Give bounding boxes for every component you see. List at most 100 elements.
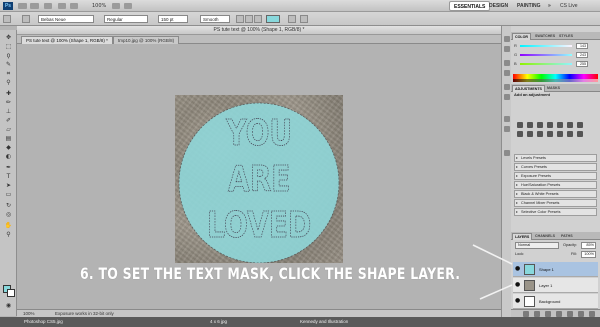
dodge-tool-icon[interactable]: ◐ <box>4 153 13 160</box>
tab-styles[interactable]: STYLES <box>557 33 575 40</box>
opacity-field[interactable]: 85% <box>581 242 596 249</box>
shape-tool-icon[interactable]: ▭ <box>4 191 13 198</box>
layer-shape-1[interactable]: ● Shape 1 <box>513 262 598 277</box>
color-balance-icon[interactable] <box>577 122 583 128</box>
threshold-icon[interactable] <box>567 131 573 137</box>
align-center-icon[interactable] <box>245 15 253 23</box>
spot-healing-tool-icon[interactable]: ✚ <box>4 90 13 97</box>
zoom-tool-icon[interactable]: ⚲ <box>4 231 13 238</box>
history-brush-tool-icon[interactable]: ✐ <box>4 117 13 124</box>
tab-paths[interactable]: PATHS <box>559 233 575 240</box>
hand-tool-icon[interactable] <box>58 3 66 9</box>
preset-curves[interactable]: Curves Presets <box>514 163 597 171</box>
hand-tool-icon[interactable]: ✋ <box>4 222 13 229</box>
layer-layer-1[interactable]: ● Layer 1 <box>513 278 598 293</box>
eye-icon[interactable]: ● <box>515 266 521 272</box>
green-slider[interactable]: G 243 <box>514 52 598 58</box>
brush-tool-icon[interactable]: ✏ <box>4 99 13 106</box>
workspace-more[interactable]: » <box>548 1 551 11</box>
text-color-swatch[interactable] <box>266 15 280 23</box>
levels-icon[interactable] <box>527 122 533 128</box>
align-left-icon[interactable] <box>236 15 244 23</box>
fill-field[interactable]: 100% <box>581 251 596 258</box>
bridge-icon[interactable] <box>18 3 27 9</box>
red-slider[interactable]: R 143 <box>514 43 598 49</box>
preset-channel-mixer[interactable]: Channel Mixer Presets <box>514 199 597 207</box>
font-size-select[interactable]: 150 pt <box>158 15 188 23</box>
preset-selective-color[interactable]: Selective Color Presets <box>514 208 597 216</box>
image-canvas[interactable]: YOU ARE LOVED <box>175 95 343 263</box>
character-panel-icon[interactable] <box>300 15 308 23</box>
history-panel-icon[interactable] <box>504 36 510 42</box>
preset-exposure[interactable]: Exposure Presets <box>514 172 597 180</box>
gradient-map-icon[interactable] <box>577 131 583 137</box>
workspace-design[interactable]: DESIGN <box>489 1 508 11</box>
color-spectrum-bar[interactable] <box>513 74 598 82</box>
3d-panel-icon[interactable] <box>504 150 510 156</box>
move-tool-icon[interactable]: ✥ <box>4 34 13 41</box>
blue-slider[interactable]: B 255 <box>514 61 598 67</box>
background-color-swatch[interactable] <box>7 289 15 297</box>
curves-icon[interactable] <box>537 122 543 128</box>
clone-source-panel-icon[interactable] <box>504 94 510 100</box>
quick-mask-icon[interactable]: ◉ <box>4 302 13 309</box>
font-style-select[interactable]: Regular <box>104 15 148 23</box>
character-panel-icon[interactable] <box>504 60 510 66</box>
path-selection-tool-icon[interactable]: ➤ <box>4 182 13 189</box>
info-panel-icon[interactable] <box>504 126 510 132</box>
font-family-select[interactable]: Bebas Neue <box>38 15 94 23</box>
crop-tool-icon[interactable]: ⌗ <box>4 70 13 77</box>
brush-panel-icon[interactable] <box>504 84 510 90</box>
text-tool-preset-icon[interactable] <box>3 15 11 23</box>
preset-hue-saturation[interactable]: Hue/Saturation Presets <box>514 181 597 189</box>
eye-icon[interactable]: ● <box>515 282 521 288</box>
view-extras-icon[interactable] <box>44 3 52 9</box>
blend-mode-select[interactable]: Normal <box>515 242 559 249</box>
clone-stamp-tool-icon[interactable]: ⊥ <box>4 108 13 115</box>
red-value[interactable]: 143 <box>576 43 588 49</box>
cs-live[interactable]: CS Live <box>560 1 578 11</box>
tab-layers[interactable]: LAYERS <box>512 233 533 240</box>
vibrance-icon[interactable] <box>557 122 563 128</box>
invert-icon[interactable] <box>547 131 553 137</box>
quick-select-tool-icon[interactable]: ✎ <box>4 61 13 68</box>
blur-tool-icon[interactable]: ◆ <box>4 144 13 151</box>
channel-mixer-icon[interactable] <box>537 131 543 137</box>
warp-text-icon[interactable] <box>288 15 296 23</box>
antialias-select[interactable]: Smooth <box>200 15 230 23</box>
dock-item-3[interactable]: Kennedy and Illustration <box>300 319 348 325</box>
navigator-panel-icon[interactable] <box>504 116 510 122</box>
photo-filter-icon[interactable] <box>527 131 533 137</box>
3d-rotate-tool-icon[interactable]: ↻ <box>4 202 13 209</box>
preset-levels[interactable]: Levels Presets <box>514 154 597 162</box>
hue-saturation-icon[interactable] <box>567 122 573 128</box>
tab-ps-tute-text[interactable]: PS tute text @ 100% (Shape 1, RGB/8) * <box>21 36 113 44</box>
pen-tool-icon[interactable]: ✒ <box>4 164 13 171</box>
tab-adjustments[interactable]: ADJUSTMENTS <box>512 85 545 92</box>
tab-masks[interactable]: MASKS <box>545 85 562 92</box>
eraser-tool-icon[interactable]: ▱ <box>4 126 13 133</box>
mini-bridge-icon[interactable] <box>30 3 39 9</box>
arrange-documents-icon[interactable] <box>112 3 120 9</box>
tab-color[interactable]: COLOR <box>512 33 531 40</box>
3d-camera-tool-icon[interactable]: ◎ <box>4 211 13 218</box>
eyedropper-tool-icon[interactable]: ⚲ <box>4 79 13 86</box>
tab-channels[interactable]: CHANNELS <box>533 233 557 240</box>
green-value[interactable]: 243 <box>576 52 588 58</box>
layer-background[interactable]: ● Background <box>513 294 598 309</box>
tab-tmp10[interactable]: tmp10.jpg @ 100% (RGB/8) <box>113 36 180 44</box>
dock-item-1[interactable]: Photoshop CS5.jpg <box>24 319 63 325</box>
tab-swatches[interactable]: SWATCHES <box>533 33 557 40</box>
paragraph-panel-icon[interactable] <box>504 70 510 76</box>
brightness-icon[interactable] <box>517 122 523 128</box>
blue-value[interactable]: 255 <box>576 61 588 67</box>
zoom-level[interactable]: 100% <box>92 2 106 10</box>
eye-icon[interactable]: ● <box>515 298 521 304</box>
status-zoom[interactable]: 100% <box>23 310 35 317</box>
dock-item-2[interactable]: 4 x 6 jpg <box>210 319 227 325</box>
orientation-toggle-icon[interactable] <box>22 15 30 23</box>
preset-black-white[interactable]: Black & White Presets <box>514 190 597 198</box>
exposure-icon[interactable] <box>547 122 553 128</box>
black-white-icon[interactable] <box>517 131 523 137</box>
workspace-painting[interactable]: PAINTING <box>517 1 541 11</box>
